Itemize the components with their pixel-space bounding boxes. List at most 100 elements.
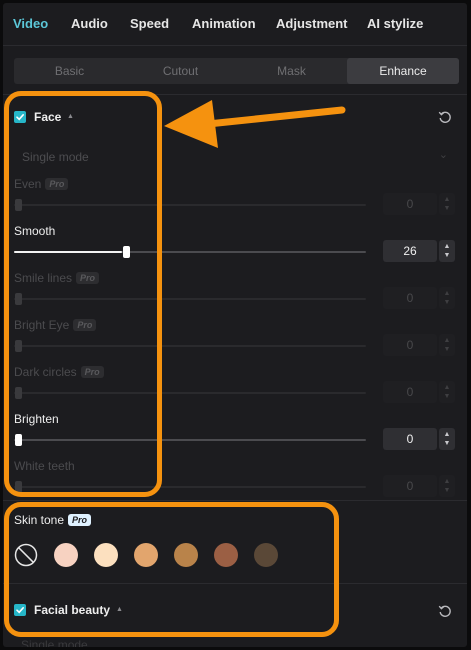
slider-label: White teeth (14, 459, 75, 473)
top-tabs: Video Audio Speed Animation Adjustment A… (3, 3, 467, 45)
value-input[interactable]: 26 (383, 240, 437, 262)
chevron-up-icon[interactable]: ▲ (439, 242, 455, 251)
collapse-caret-icon[interactable]: ▲ (116, 606, 123, 613)
slider-track[interactable] (14, 481, 366, 493)
subtab-bar: Basic Cutout Mask Enhance (14, 58, 459, 84)
reset-icon[interactable] (438, 110, 452, 124)
skin-tone-swatch[interactable] (54, 543, 78, 567)
tab-ai-stylize[interactable]: AI stylize (367, 16, 423, 31)
tab-adjustment[interactable]: Adjustment (276, 16, 348, 31)
chevron-up-icon[interactable]: ▲ (439, 289, 455, 298)
no-skin-tone-icon[interactable] (14, 543, 38, 567)
slider-label-text: Brighten (14, 412, 59, 426)
slider-track[interactable] (14, 434, 366, 446)
slider-label: Dark circles Pro (14, 365, 104, 379)
value-input[interactable]: 0 (383, 334, 437, 356)
checkmark-icon (16, 607, 24, 614)
pro-badge: Pro (68, 514, 92, 526)
tab-animation[interactable]: Animation (192, 16, 256, 31)
subtab-enhance[interactable]: Enhance (347, 58, 459, 84)
pro-badge: Pro (76, 272, 100, 284)
collapse-caret-icon[interactable]: ▲ (67, 113, 74, 120)
skin-tone-swatch[interactable] (214, 543, 238, 567)
slider-track[interactable] (14, 387, 366, 399)
slider-label: Smile lines Pro (14, 271, 100, 285)
slider-handle[interactable] (15, 199, 22, 211)
slider-label-text: White teeth (14, 459, 75, 473)
chevron-down-icon[interactable]: ▼ (439, 439, 455, 448)
slider-track[interactable] (14, 340, 366, 352)
section-divider (3, 500, 467, 501)
skin-tone-swatch[interactable] (174, 543, 198, 567)
facial-beauty-checkbox[interactable] (14, 604, 26, 616)
slider-label-text: Dark circles (14, 365, 77, 379)
section-divider-2 (3, 583, 467, 584)
chevron-down-icon[interactable]: ▼ (439, 345, 455, 354)
value-stepper[interactable]: ▲ ▼ (439, 475, 455, 497)
tab-speed[interactable]: Speed (130, 16, 169, 31)
value-stepper[interactable]: ▲ ▼ (439, 381, 455, 403)
slider-track[interactable] (14, 199, 366, 211)
tab-audio[interactable]: Audio (71, 16, 108, 31)
slider-track[interactable] (14, 246, 366, 258)
slider-handle[interactable] (15, 387, 22, 399)
slider-label-text: Bright Eye (14, 318, 70, 332)
face-mode-value: Single mode (22, 150, 89, 164)
slider-fill (14, 251, 122, 253)
chevron-up-icon[interactable]: ▲ (439, 430, 455, 439)
value-input[interactable]: 0 (383, 428, 437, 450)
skin-tone-swatch[interactable] (134, 543, 158, 567)
pro-badge: Pro (73, 319, 97, 331)
slider-label-text: Even (14, 177, 42, 191)
skin-tone-label: Skin tone Pro (14, 513, 92, 527)
slider-track[interactable] (14, 293, 366, 305)
skin-tone-text: Skin tone (14, 513, 65, 527)
value-stepper[interactable]: ▲ ▼ (439, 287, 455, 309)
reset-icon[interactable] (438, 604, 452, 618)
value-stepper[interactable]: ▲ ▼ (439, 334, 455, 356)
facial-beauty-mode-partial: Single mode (21, 638, 88, 647)
slider-handle[interactable] (15, 340, 22, 352)
pro-badge: Pro (45, 178, 69, 190)
chevron-up-icon[interactable]: ▲ (439, 195, 455, 204)
pro-badge: Pro (80, 366, 104, 378)
chevron-up-icon[interactable]: ▲ (439, 336, 455, 345)
skin-tone-swatch[interactable] (94, 543, 118, 567)
slider-handle[interactable] (15, 293, 22, 305)
value-input[interactable]: 0 (383, 287, 437, 309)
chevron-down-icon[interactable]: ▼ (439, 486, 455, 495)
face-checkbox[interactable] (14, 111, 26, 123)
face-section-title: Face (34, 110, 62, 124)
slider-handle[interactable] (15, 481, 22, 493)
slider-handle[interactable] (123, 246, 130, 258)
slider-label-text: Smile lines (14, 271, 73, 285)
chevron-down-icon[interactable]: ▼ (439, 298, 455, 307)
subtab-basic[interactable]: Basic (14, 58, 125, 84)
chevron-down-icon: ⌄ (438, 149, 448, 161)
subtab-mask[interactable]: Mask (236, 58, 347, 84)
slider-label: Even Pro (14, 177, 69, 191)
slider-label-text: Smooth (14, 224, 56, 238)
slider-label: Bright Eye Pro (14, 318, 97, 332)
skin-tone-swatch[interactable] (254, 543, 278, 567)
tab-video[interactable]: Video (13, 16, 48, 31)
checkmark-icon (16, 114, 24, 121)
arrow-icon (164, 100, 346, 148)
value-stepper[interactable]: ▲ ▼ (439, 193, 455, 215)
subtab-cutout[interactable]: Cutout (125, 58, 236, 84)
slider-label: Brighten (14, 412, 59, 426)
top-divider (3, 45, 467, 46)
value-input[interactable]: 0 (383, 381, 437, 403)
slider-handle[interactable] (15, 434, 22, 446)
slider-label: Smooth (14, 224, 55, 238)
chevron-up-icon[interactable]: ▲ (439, 477, 455, 486)
value-stepper[interactable]: ▲ ▼ (439, 240, 455, 262)
value-input[interactable]: 0 (383, 475, 437, 497)
chevron-down-icon[interactable]: ▼ (439, 251, 455, 260)
facial-beauty-title: Facial beauty (34, 603, 111, 617)
chevron-up-icon[interactable]: ▲ (439, 383, 455, 392)
chevron-down-icon[interactable]: ▼ (439, 204, 455, 213)
chevron-down-icon[interactable]: ▼ (439, 392, 455, 401)
value-stepper[interactable]: ▲ ▼ (439, 428, 455, 450)
value-input[interactable]: 0 (383, 193, 437, 215)
